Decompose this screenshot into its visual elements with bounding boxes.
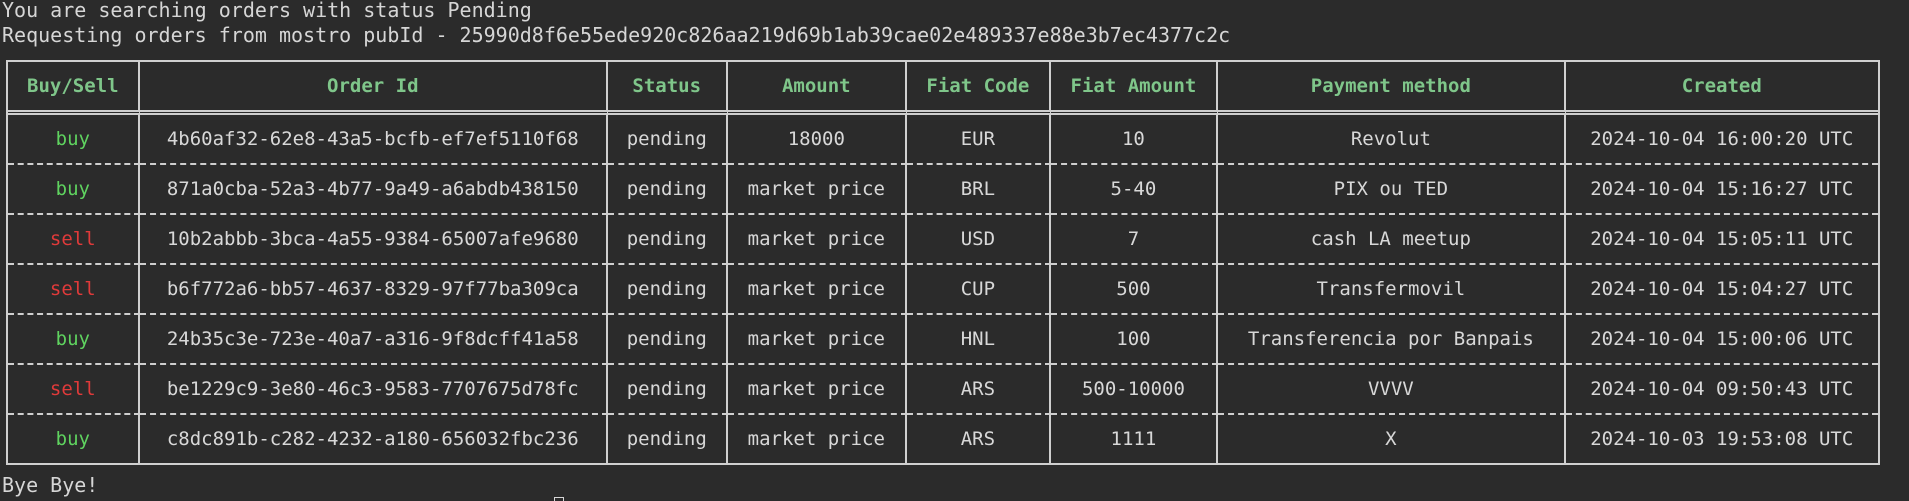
header-created: Created	[1565, 62, 1878, 115]
header-payment-method: Payment method	[1218, 62, 1566, 115]
terminal-window: You are searching orders with status Pen…	[0, 0, 1909, 501]
order-id: c8dc891b-c282-4232-a180-656032fbc236	[140, 415, 608, 463]
order-status: pending	[607, 215, 728, 265]
order-id: 871a0cba-52a3-4b77-9a49-a6abdb438150	[139, 165, 608, 215]
order-fiat-code: BRL	[907, 165, 1051, 215]
order-payment-method: Transfermovil	[1218, 265, 1566, 315]
order-status: pending	[607, 365, 728, 415]
table-row: buy 871a0cba-52a3-4b77-9a49-a6abdb438150…	[8, 165, 1878, 215]
order-fiat-amount: 10	[1050, 115, 1219, 165]
order-kind: buy	[8, 165, 140, 215]
orders-table: Buy/Sell Order Id Status Amount Fiat Cod…	[6, 60, 1880, 465]
order-payment-method: Revolut	[1218, 115, 1566, 165]
order-status: pending	[607, 315, 728, 365]
order-fiat-code: CUP	[907, 265, 1051, 315]
order-status: pending	[607, 165, 728, 215]
order-amount: market price	[727, 315, 908, 365]
order-fiat-code: HNL	[907, 315, 1051, 365]
order-created: 2024-10-04 15:05:11 UTC	[1565, 215, 1878, 265]
order-kind: sell	[8, 265, 140, 315]
order-id: b6f772a6-bb57-4637-8329-97f77ba309ca	[139, 265, 608, 315]
order-id: 4b60af32-62e8-43a5-bcfb-ef7ef5110f68	[139, 115, 608, 165]
header-amount: Amount	[727, 62, 908, 115]
order-payment-method: PIX ou TED	[1218, 165, 1566, 215]
order-amount: 18000	[727, 115, 908, 165]
order-fiat-code: ARS	[907, 415, 1051, 463]
order-kind: buy	[8, 415, 140, 463]
order-status: pending	[608, 415, 728, 463]
order-amount: market price	[728, 415, 908, 463]
order-payment-method: VVVV	[1218, 365, 1566, 415]
order-amount: market price	[727, 365, 908, 415]
header-status: Status	[607, 62, 728, 115]
order-fiat-amount: 500	[1050, 265, 1219, 315]
header-fiat-amount: Fiat Amount	[1050, 62, 1219, 115]
order-id: 24b35c3e-723e-40a7-a316-9f8dcff41a58	[139, 315, 608, 365]
table-header-row: Buy/Sell Order Id Status Amount Fiat Cod…	[8, 62, 1878, 115]
order-fiat-amount: 500-10000	[1050, 365, 1219, 415]
order-kind: buy	[8, 115, 140, 165]
order-created: 2024-10-03 19:53:08 UTC	[1590, 428, 1854, 450]
table-row: sell be1229c9-3e80-46c3-9583-7707675d78f…	[8, 365, 1878, 415]
order-created: 2024-10-04 09:50:43 UTC	[1565, 365, 1878, 415]
table-row: buy 24b35c3e-723e-40a7-a316-9f8dcff41a58…	[8, 315, 1878, 365]
table-row: sell 10b2abbb-3bca-4a55-9384-65007afe968…	[8, 215, 1878, 265]
order-fiat-code: ARS	[907, 365, 1051, 415]
order-created: 2024-10-04 16:00:20 UTC	[1565, 115, 1878, 165]
order-created: 2024-10-04 15:00:06 UTC	[1565, 315, 1878, 365]
terminal-cursor	[554, 497, 564, 501]
order-payment-method: Transferencia por Banpais	[1218, 315, 1566, 365]
order-payment-method: cash LA meetup	[1218, 215, 1566, 265]
order-fiat-amount: 5-40	[1050, 165, 1219, 215]
order-created: 2024-10-04 15:16:27 UTC	[1565, 165, 1878, 215]
order-kind: sell	[8, 215, 140, 265]
order-id: be1229c9-3e80-46c3-9583-7707675d78fc	[139, 365, 608, 415]
table-row: sell b6f772a6-bb57-4637-8329-97f77ba309c…	[8, 265, 1878, 315]
header-fiat-code: Fiat Code	[907, 62, 1051, 115]
status-message: You are searching orders with status Pen…	[2, 0, 532, 22]
order-amount: market price	[727, 215, 908, 265]
table-row: buy c8dc891b-c282-4232-a180-656032fbc236…	[8, 415, 1878, 463]
order-fiat-amount: 100	[1050, 315, 1219, 365]
order-fiat-code: USD	[907, 215, 1051, 265]
order-created: 2024-10-04 15:04:27 UTC	[1565, 265, 1878, 315]
order-kind: sell	[8, 365, 140, 415]
header-buy-sell: Buy/Sell	[8, 62, 140, 115]
header-order-id: Order Id	[139, 62, 608, 115]
order-amount: market price	[727, 165, 908, 215]
order-kind: buy	[8, 315, 140, 365]
table-row: buy 4b60af32-62e8-43a5-bcfb-ef7ef5110f68…	[8, 115, 1878, 165]
order-payment-method: X	[1218, 415, 1566, 463]
order-fiat-amount: 1111	[1051, 415, 1219, 463]
order-fiat-amount: 7	[1050, 215, 1219, 265]
order-id: 10b2abbb-3bca-4a55-9384-65007afe9680	[139, 215, 608, 265]
order-status: pending	[607, 115, 728, 165]
order-status: pending	[607, 265, 728, 315]
order-fiat-code: EUR	[907, 115, 1051, 165]
farewell-message: Bye Bye!	[2, 473, 99, 497]
request-message: Requesting orders from mostro pubId - 25…	[2, 23, 1231, 47]
order-amount: market price	[727, 265, 908, 315]
